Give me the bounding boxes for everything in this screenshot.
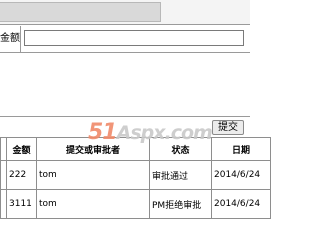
- table-row: 3111 tom PM拒绝审批 2014/6/24: [0, 189, 271, 219]
- cell-submitter: tom: [36, 189, 150, 219]
- cell-amount: 3111: [6, 189, 37, 219]
- cell-date: 2014/6/24: [211, 189, 271, 219]
- table-header-row: 金额 提交或审批者 状态 日期: [0, 137, 271, 161]
- cell-submitter: tom: [36, 160, 150, 190]
- table-row: 222 tom 审批通过 2014/6/24: [0, 160, 271, 190]
- cell-status: 审批通过: [149, 160, 212, 190]
- header-status: 状态: [149, 137, 212, 161]
- header-cell: [0, 2, 161, 22]
- amount-input[interactable]: [24, 30, 244, 46]
- amount-row: 金额: [0, 26, 250, 53]
- submit-button[interactable]: 提交: [212, 120, 244, 135]
- submit-row: 提交: [0, 117, 250, 135]
- remarks-area: [0, 53, 250, 117]
- header-amount: 金额: [6, 137, 37, 161]
- header-date: 日期: [211, 137, 271, 161]
- approval-page: 金额 提交 金额 提交或审批者 状态 日期 222 tom 审批通过 2014/…: [0, 0, 271, 230]
- amount-label: 金额: [0, 26, 21, 52]
- cell-status: PM拒绝审批: [149, 189, 212, 219]
- header-submitter: 提交或审批者: [36, 137, 150, 161]
- cell-date: 2014/6/24: [211, 160, 271, 190]
- records-table: 金额 提交或审批者 状态 日期 222 tom 审批通过 2014/6/24 3…: [0, 137, 271, 219]
- header-bar: [0, 0, 250, 25]
- cell-amount: 222: [6, 160, 37, 190]
